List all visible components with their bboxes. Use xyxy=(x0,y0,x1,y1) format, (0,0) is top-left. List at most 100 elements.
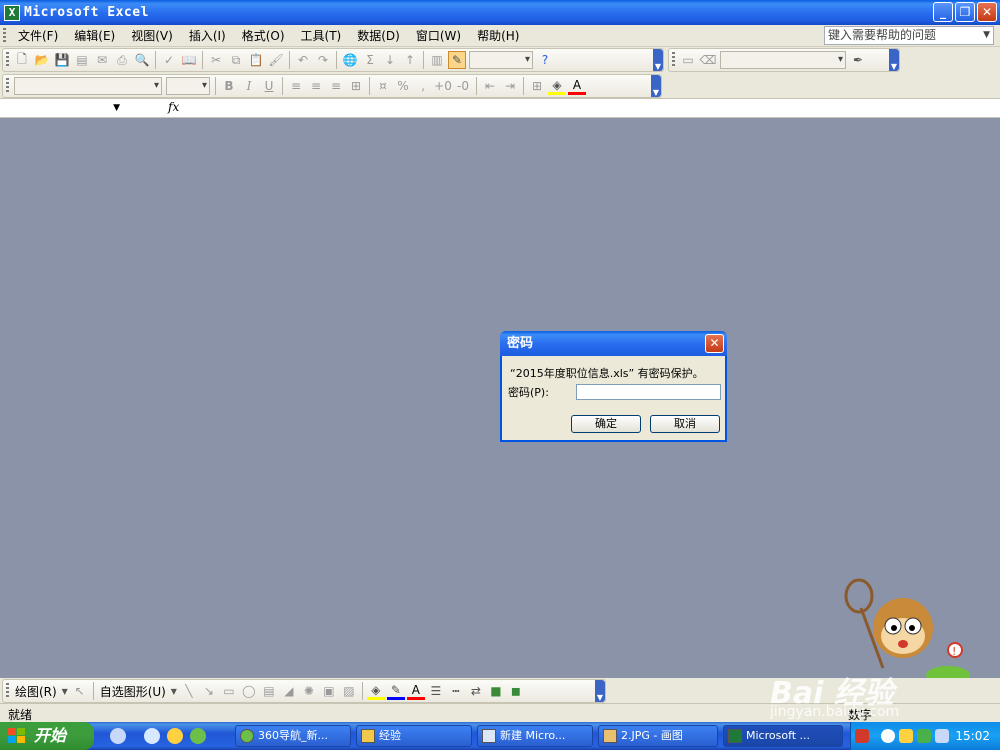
percent-icon[interactable]: % xyxy=(394,77,412,95)
browser-icon[interactable] xyxy=(167,728,183,744)
toolbar-options-icon[interactable]: ▼ xyxy=(595,680,605,702)
start-button[interactable]: 开始 xyxy=(0,722,94,750)
spelling-icon[interactable]: ✓ xyxy=(160,51,178,69)
dash-style-icon[interactable]: ┅ xyxy=(447,682,465,700)
sort-descending-icon[interactable]: ↑ xyxy=(401,51,419,69)
cancel-button[interactable]: 取消 xyxy=(650,415,720,433)
sort-ascending-icon[interactable]: ↓ xyxy=(381,51,399,69)
task-word[interactable]: 新建 Micro... xyxy=(477,725,593,747)
draw-menu[interactable]: 绘图(R) xyxy=(12,683,60,700)
help-search-input[interactable]: 键入需要帮助的问题 ▼ xyxy=(824,26,994,45)
select-objects-icon[interactable]: ↖ xyxy=(71,682,89,700)
chevron-down-icon[interactable]: ▼ xyxy=(113,100,120,117)
align-right-icon[interactable]: ≡ xyxy=(327,77,345,95)
chevron-down-icon[interactable]: ▼ xyxy=(983,27,990,44)
increase-indent-icon[interactable]: ⇥ xyxy=(501,77,519,95)
task-paint[interactable]: 2.JPG - 画图 xyxy=(598,725,718,747)
help-icon[interactable]: ? xyxy=(536,51,554,69)
task-360[interactable]: 360导航_新... xyxy=(235,725,351,747)
autoshapes-menu[interactable]: 自选图形(U) xyxy=(97,683,169,700)
fill-color-icon[interactable]: ◈ xyxy=(366,682,385,700)
menu-data[interactable]: 数据(D) xyxy=(349,27,408,44)
bold-icon[interactable]: B xyxy=(220,77,238,95)
save-icon[interactable]: 💾 xyxy=(53,51,71,69)
align-center-icon[interactable]: ≡ xyxy=(307,77,325,95)
comma-icon[interactable]: , xyxy=(414,77,432,95)
fill-color-icon[interactable]: ◈ xyxy=(548,77,566,95)
menu-window[interactable]: 窗口(W) xyxy=(408,27,469,44)
menu-tools[interactable]: 工具(T) xyxy=(293,27,350,44)
zoom-select[interactable] xyxy=(469,51,533,69)
line-icon[interactable]: ╲ xyxy=(180,682,198,700)
copy-icon[interactable]: ⧉ xyxy=(227,51,245,69)
decrease-decimal-icon[interactable]: -0 xyxy=(454,77,472,95)
italic-icon[interactable]: I xyxy=(240,77,258,95)
rectangle-icon[interactable]: ▭ xyxy=(220,682,238,700)
task-folder[interactable]: 经验 xyxy=(356,725,472,747)
chevron-left-icon[interactable] xyxy=(881,729,895,743)
grip-handle[interactable] xyxy=(6,78,9,94)
currency-icon[interactable]: ¤ xyxy=(374,77,392,95)
toolbar-options-icon[interactable]: ▼ xyxy=(889,49,899,71)
format-painter-icon[interactable]: 🖌 xyxy=(267,51,285,69)
line-style-icon[interactable]: ☰ xyxy=(427,682,445,700)
decrease-indent-icon[interactable]: ⇤ xyxy=(481,77,499,95)
font-color-icon[interactable]: A xyxy=(568,77,586,95)
grip-handle[interactable] xyxy=(672,52,675,68)
password-field[interactable] xyxy=(576,384,721,400)
chevron-down-icon[interactable]: ▼ xyxy=(61,682,69,700)
chevron-down-icon[interactable]: ▼ xyxy=(170,682,178,700)
paste-icon[interactable]: 📋 xyxy=(247,51,265,69)
wordart-icon[interactable]: ◢ xyxy=(280,682,298,700)
print-preview-icon[interactable]: 🔍 xyxy=(133,51,151,69)
increase-decimal-icon[interactable]: +0 xyxy=(434,77,452,95)
style-select[interactable] xyxy=(720,51,846,69)
borders-icon[interactable]: ⊞ xyxy=(528,77,546,95)
comment-icon[interactable]: ▭ xyxy=(679,51,697,69)
align-left-icon[interactable]: ≡ xyxy=(287,77,305,95)
cut-icon[interactable]: ✂ xyxy=(207,51,225,69)
email-icon[interactable]: ✉ xyxy=(93,51,111,69)
menu-file[interactable]: 文件(F) xyxy=(10,27,66,44)
ok-button[interactable]: 确定 xyxy=(571,415,641,433)
menu-edit[interactable]: 编辑(E) xyxy=(66,27,123,44)
grip-handle[interactable] xyxy=(6,52,9,68)
menu-insert[interactable]: 插入(I) xyxy=(181,27,234,44)
restore-button[interactable]: ❐ xyxy=(955,2,975,22)
oval-icon[interactable]: ◯ xyxy=(240,682,258,700)
hyperlink-icon[interactable]: 🌐 xyxy=(341,51,359,69)
shadow-icon[interactable]: ■ xyxy=(487,682,505,700)
arrow-icon[interactable]: ↘ xyxy=(200,682,218,700)
grip-handle[interactable] xyxy=(3,27,6,44)
undo-icon[interactable]: ↶ xyxy=(294,51,312,69)
arrow-style-icon[interactable]: ⇄ xyxy=(467,682,485,700)
underline-icon[interactable]: U xyxy=(260,77,278,95)
drawing-icon[interactable]: ✎ xyxy=(448,51,466,69)
new-icon[interactable]: 🗋 xyxy=(13,51,31,69)
line-color-icon[interactable]: ✎ xyxy=(386,682,405,700)
menu-view[interactable]: 视图(V) xyxy=(123,27,181,44)
eraser-icon[interactable]: ⌫ xyxy=(699,51,717,69)
menu-format[interactable]: 格式(O) xyxy=(234,27,293,44)
font-color-icon[interactable]: A xyxy=(406,682,425,700)
font-name-select[interactable] xyxy=(14,77,162,95)
fx-icon[interactable]: fx xyxy=(168,100,184,114)
print-icon[interactable]: ⎙ xyxy=(113,51,131,69)
chart-wizard-icon[interactable]: ▥ xyxy=(428,51,446,69)
task-excel[interactable]: Microsoft ... xyxy=(723,725,843,747)
menu-help[interactable]: 帮助(H) xyxy=(469,27,527,44)
3d-icon[interactable]: ◼ xyxy=(507,682,525,700)
speaker-icon[interactable] xyxy=(899,729,913,743)
ie-icon[interactable] xyxy=(144,728,160,744)
toolbar-options-icon[interactable]: ▼ xyxy=(653,49,663,71)
permission-icon[interactable]: ▤ xyxy=(73,51,91,69)
name-box[interactable]: ▼ xyxy=(2,100,122,117)
autosum-icon[interactable]: Σ xyxy=(361,51,379,69)
minimize-button[interactable]: _ xyxy=(933,2,953,22)
pen-icon[interactable]: ✒ xyxy=(849,51,867,69)
diagram-icon[interactable]: ✺ xyxy=(300,682,318,700)
network-icon[interactable] xyxy=(935,729,949,743)
toolbar-options-icon[interactable]: ▼ xyxy=(651,75,661,97)
redo-icon[interactable]: ↷ xyxy=(314,51,332,69)
360-icon[interactable] xyxy=(190,728,206,744)
